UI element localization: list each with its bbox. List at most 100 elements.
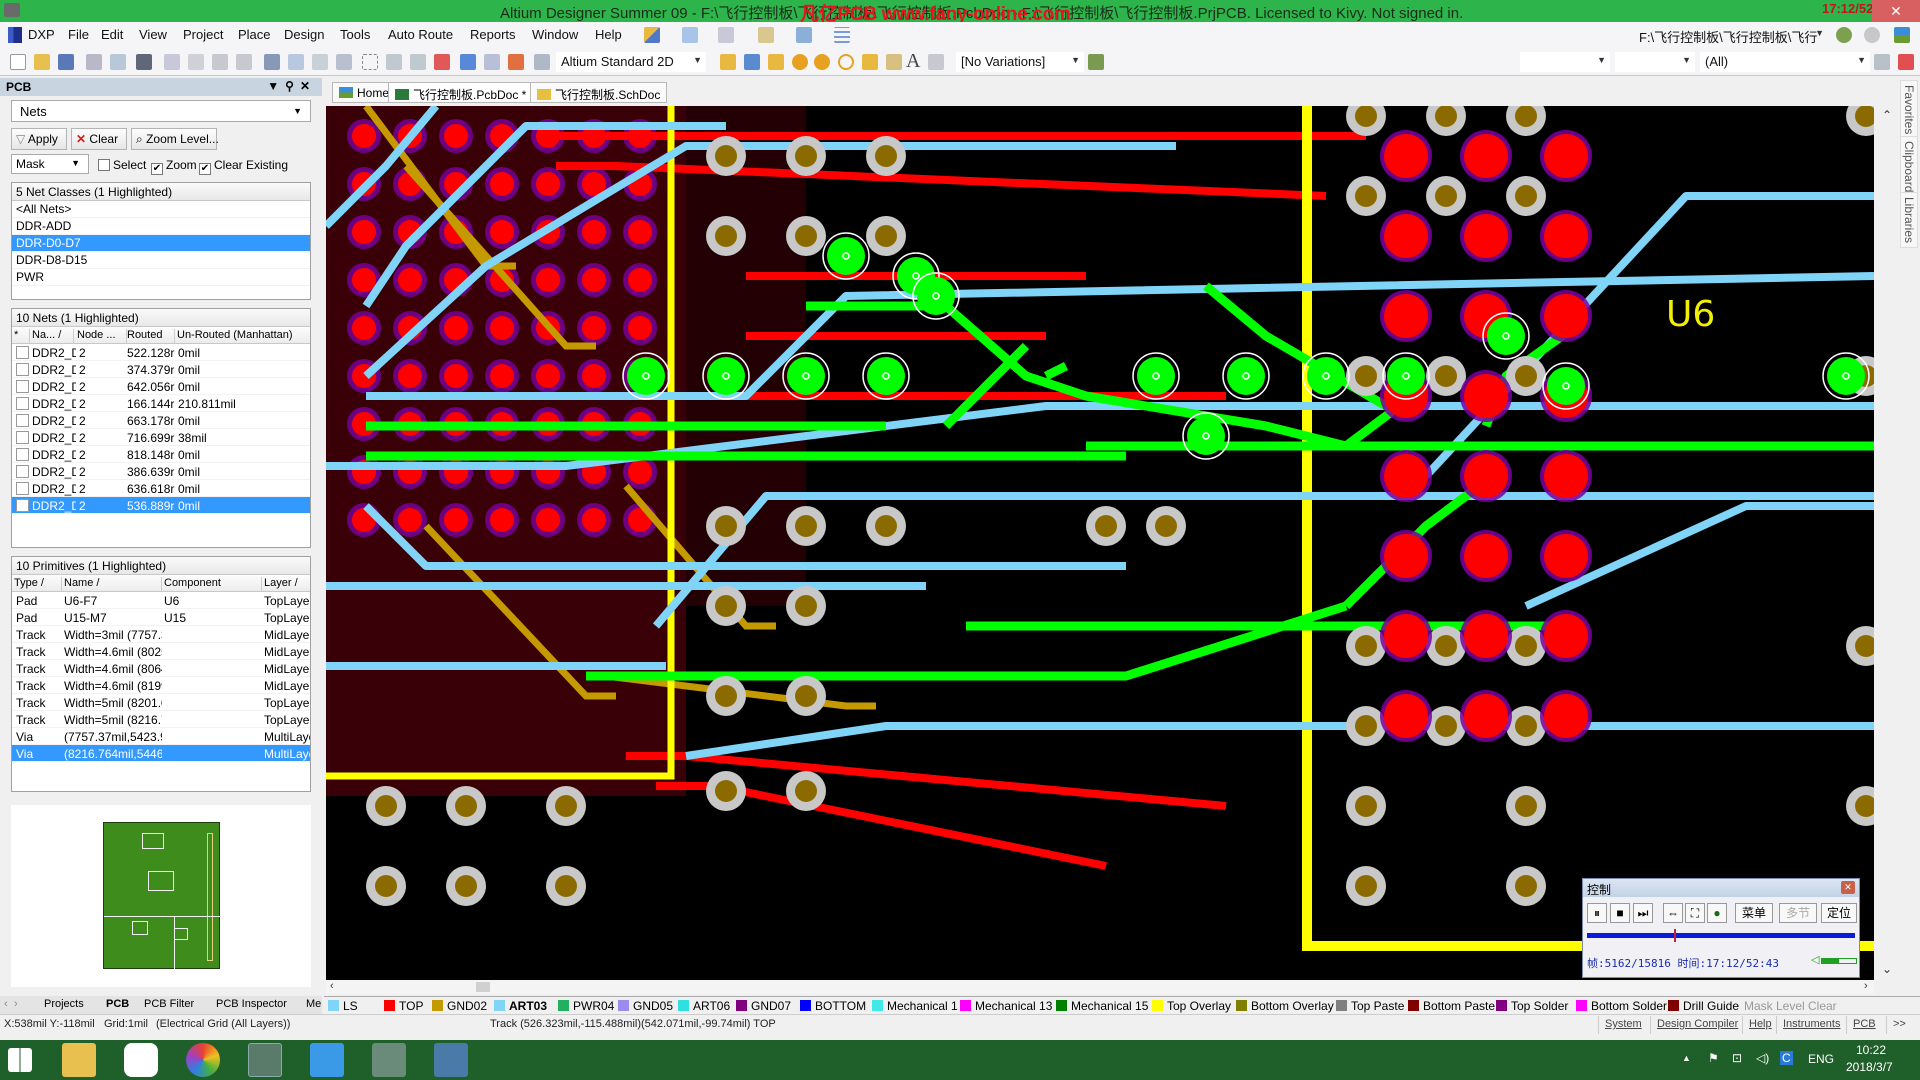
net-row-checkbox[interactable]	[16, 448, 29, 461]
control-close-icon[interactable]: ✕	[1841, 881, 1855, 894]
pause-button[interactable]: ⏸	[1587, 903, 1607, 923]
volume-slider[interactable]	[1821, 958, 1857, 964]
zoom-fit-icon[interactable]	[164, 54, 180, 70]
checkbox-checked[interactable]: ✔	[151, 163, 163, 175]
net-row-checkbox[interactable]	[16, 482, 29, 495]
net-class-item[interactable]: DDR-D8-D15	[12, 252, 310, 269]
primitive-row[interactable]: Via (7757.37mil,5423.94 MultiLayer	[12, 728, 310, 745]
tray-expand-icon[interactable]: ▲	[1682, 1053, 1691, 1063]
menu-button[interactable]: 菜单	[1735, 903, 1773, 923]
altium-app-icon[interactable]	[4, 3, 20, 17]
select-area-icon[interactable]	[362, 54, 378, 70]
playback-progress-track[interactable]	[1587, 929, 1855, 942]
net-row[interactable]: DDR2_D 2 636.618r 0mil	[12, 480, 310, 497]
home-icon[interactable]	[1894, 27, 1910, 43]
doc-tab-pcbdoc[interactable]: 飞行控制板.PcbDoc *	[388, 82, 534, 103]
clipboard-tab[interactable]: Clipboard	[1900, 136, 1918, 198]
scroll-thumb[interactable]	[476, 982, 490, 992]
action-center-icon[interactable]: ⚑	[1708, 1051, 1719, 1065]
clear-button[interactable]: ✕ Clear	[71, 128, 127, 150]
net-row-checkbox[interactable]	[16, 346, 29, 359]
menu-edit[interactable]: Edit	[101, 27, 123, 42]
col-layer[interactable]: Layer /	[264, 577, 310, 592]
place-pad-icon[interactable]	[792, 54, 808, 70]
diff-pair-route-icon[interactable]	[744, 54, 760, 70]
locate-button[interactable]: 定位	[1821, 903, 1857, 923]
polygon-pour-icon[interactable]	[886, 54, 902, 70]
save-icon[interactable]	[58, 54, 74, 70]
status-instruments-button[interactable]: Instruments	[1776, 1016, 1846, 1034]
tab-more[interactable]: Me	[306, 998, 321, 1010]
layer-tab-pwr04[interactable]: PWR04	[558, 999, 614, 1013]
browse-components-icon[interactable]	[534, 54, 550, 70]
layer-tab-top-overlay[interactable]: Top Overlay	[1152, 999, 1231, 1013]
zoom-area-icon[interactable]	[188, 54, 204, 70]
network-icon[interactable]: ⊡	[1732, 1051, 1742, 1065]
align-icon[interactable]	[682, 27, 698, 43]
paste-icon[interactable]	[312, 54, 328, 70]
net-class-item[interactable]: DDR-ADD	[12, 218, 310, 235]
clear-filter-icon[interactable]	[1898, 54, 1914, 70]
net-class-item[interactable]: PWR	[12, 269, 310, 286]
layer-tab-bottom-paste[interactable]: Bottom Paste	[1408, 999, 1495, 1013]
view-mode-combo[interactable]: Altium Standard 2D ▼	[556, 52, 706, 72]
net-class-item-selected[interactable]: DDR-D0-D7	[12, 235, 310, 252]
col-routed[interactable]: Routed	[127, 329, 175, 344]
place-arc-icon[interactable]	[838, 54, 854, 70]
menu-file[interactable]: File	[68, 27, 89, 42]
tab-pcb-inspector[interactable]: PCB Inspector	[216, 998, 287, 1010]
primitive-row[interactable]: Pad U15-M7 U15 TopLayer	[12, 609, 310, 626]
deselect-icon[interactable]	[434, 54, 450, 70]
primitive-row[interactable]: Via (8216.764mil,5446.2 MultiLayer	[12, 745, 310, 762]
place-via-icon[interactable]	[814, 54, 830, 70]
scroll-down-icon[interactable]: ⌄	[1882, 962, 1892, 976]
zoom-selected-icon[interactable]	[212, 54, 228, 70]
layer-clear-button[interactable]: Clear	[1808, 999, 1837, 1013]
net-row[interactable]: DDR2_D 2 166.144r 210.811mil	[12, 395, 310, 412]
layer-tab-ls[interactable]: LS	[328, 999, 358, 1013]
find-similar-icon[interactable]	[718, 27, 734, 43]
interactive-route-icon[interactable]	[720, 54, 736, 70]
mask-level-button[interactable]: Mask Level	[1744, 999, 1805, 1013]
grid-icon[interactable]	[834, 27, 850, 43]
panel-menu-icon[interactable]: ▼	[267, 79, 285, 93]
book-reader-icon[interactable]	[434, 1043, 468, 1077]
primitive-row[interactable]: Track Width=3mil (7757.37 MidLayer2	[12, 626, 310, 643]
pcb-drawing[interactable]	[326, 106, 1874, 980]
tabs-scroll-right-icon[interactable]: ›	[14, 998, 18, 1010]
col-star[interactable]: *	[14, 329, 30, 344]
tab-pcb-filter[interactable]: PCB Filter	[144, 998, 194, 1010]
copy-icon[interactable]	[288, 54, 304, 70]
doc-tab-schdoc[interactable]: 飞行控制板.SchDoc	[530, 82, 668, 103]
mask-mode-dropdown[interactable]: Mask ▼	[11, 154, 89, 174]
clock-date[interactable]: 2018/3/7	[1846, 1060, 1893, 1074]
cross-probe-icon[interactable]	[508, 54, 524, 70]
new-document-icon[interactable]	[10, 54, 26, 70]
scroll-right-icon[interactable]: ›	[1864, 980, 1868, 992]
tabs-scroll-left-icon[interactable]: ‹	[4, 998, 8, 1010]
layer-tab-art06[interactable]: ART06	[678, 999, 730, 1013]
menu-auto-route[interactable]: Auto Route	[388, 27, 453, 42]
net-row-checkbox[interactable]	[16, 414, 29, 427]
status-design-compiler-button[interactable]: Design Compiler	[1650, 1016, 1744, 1034]
net-row-checkbox[interactable]	[16, 397, 29, 410]
libraries-tab[interactable]: Libraries	[1900, 192, 1918, 249]
primitive-row[interactable]: Track Width=4.6mil (8064. MidLayer2	[12, 660, 310, 677]
favorites-tab[interactable]: Favorites	[1900, 80, 1918, 140]
cut-icon[interactable]	[264, 54, 280, 70]
print-icon[interactable]	[86, 54, 102, 70]
layer-tab-mechanical-1[interactable]: Mechanical 1	[872, 999, 958, 1013]
layer-tab-top-paste[interactable]: Top Paste	[1336, 999, 1404, 1013]
layer-tab-top-solder[interactable]: Top Solder	[1496, 999, 1568, 1013]
apply-button[interactable]: ▽ Apply	[11, 128, 67, 150]
primitive-row[interactable]: Pad U6-F7 U6 TopLayer	[12, 592, 310, 609]
layer-tab-drill-guide[interactable]: Drill Guide	[1668, 999, 1739, 1013]
window-close-button[interactable]: ✕	[1872, 0, 1920, 22]
project-path-combo[interactable]: F:\飞行控制板\飞行控制板\飞行控▼	[1634, 25, 1828, 64]
layer-tab-bottom-solder[interactable]: Bottom Solder	[1576, 999, 1667, 1013]
zoom-checkbox[interactable]: ✔ Zoom	[151, 158, 197, 175]
fast-forward-button[interactable]: ⏭	[1633, 903, 1653, 923]
multi-route-icon[interactable]	[768, 54, 784, 70]
status-more-button[interactable]: >>	[1886, 1016, 1912, 1034]
col-nodes[interactable]: Node ...	[77, 329, 127, 344]
